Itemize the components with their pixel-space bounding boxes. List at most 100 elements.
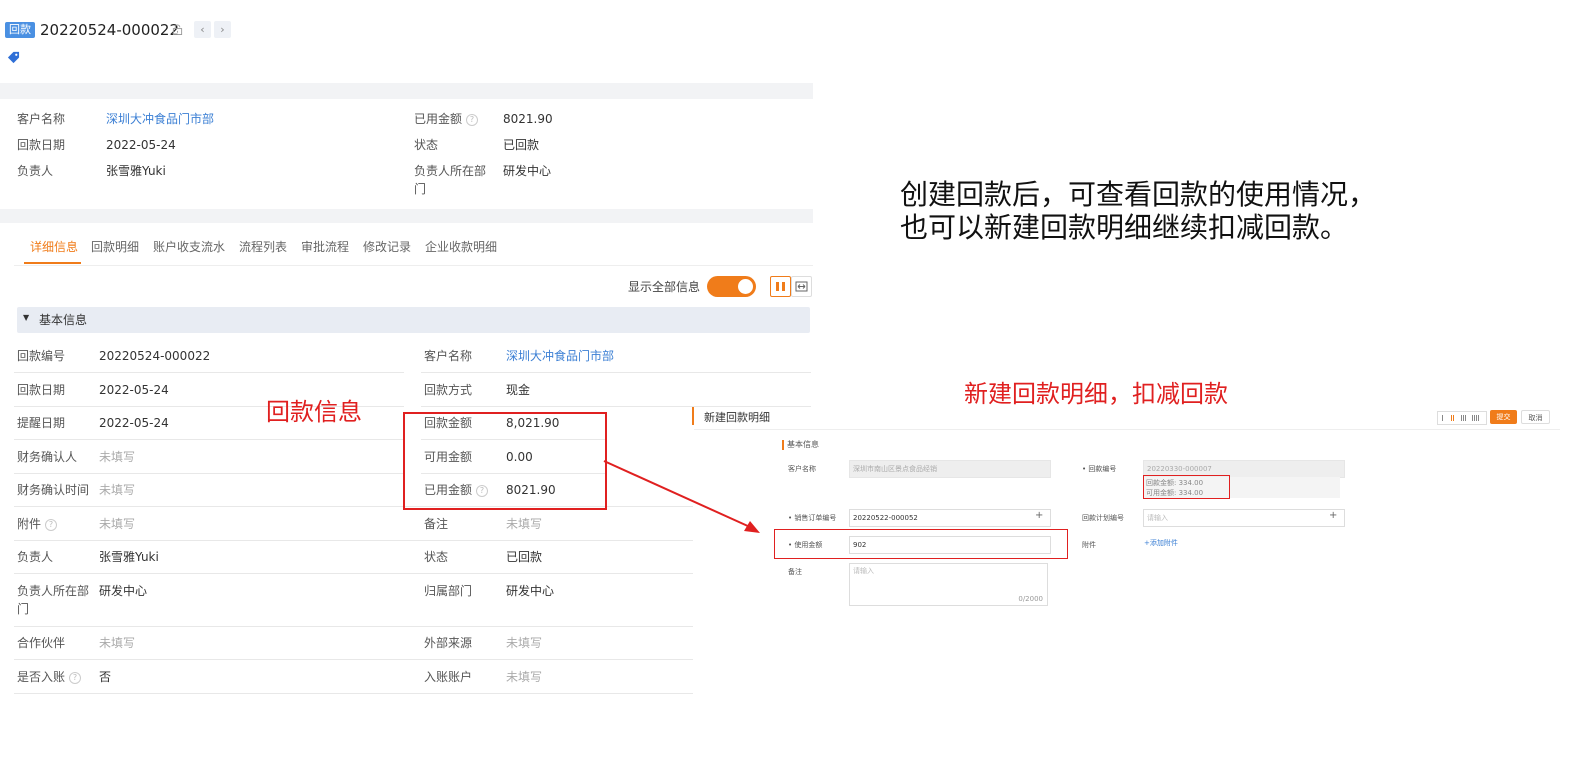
field-label: 合作伙伴 bbox=[17, 636, 66, 650]
record-number-title: 20220524-000022 bbox=[40, 21, 180, 39]
row-divider bbox=[421, 406, 811, 407]
remark-textarea[interactable]: 请输入 0/2000 bbox=[849, 563, 1048, 606]
summary-label: 负责人所在部 bbox=[414, 164, 487, 178]
add-plan-button[interactable]: + bbox=[1329, 511, 1337, 521]
summary-customer-link[interactable]: 深圳大冲食品门市部 bbox=[106, 110, 214, 128]
tab-payment-detail[interactable]: 回款明细 bbox=[91, 236, 139, 258]
help-icon[interactable]: ? bbox=[45, 518, 58, 531]
field-value: 未填写 bbox=[99, 636, 136, 650]
summary-label: 负责人 bbox=[17, 164, 54, 178]
summary-label: 回款日期 bbox=[17, 138, 66, 152]
field-label: 门 bbox=[17, 602, 30, 616]
field-label: 财务确认时间 bbox=[17, 483, 90, 497]
divider bbox=[14, 265, 813, 266]
customer-link[interactable]: 深圳大冲食品门市部 bbox=[506, 347, 614, 365]
row-divider bbox=[14, 439, 404, 440]
field-value: 2022-05-24 bbox=[99, 383, 169, 397]
summary-value: 8021.90 bbox=[503, 112, 553, 126]
separator-band bbox=[0, 209, 813, 223]
column-view-button[interactable] bbox=[770, 276, 791, 297]
next-record-button[interactable]: › bbox=[214, 21, 231, 38]
record-type-badge: 回款 bbox=[5, 22, 35, 38]
columns-icon bbox=[776, 282, 785, 291]
field-value: 现金 bbox=[506, 383, 531, 397]
field-value: 未填写 bbox=[506, 636, 543, 650]
field-value: 否 bbox=[99, 670, 112, 684]
view-mode-switch[interactable] bbox=[1437, 411, 1487, 425]
tab-account-flow[interactable]: 账户收支流水 bbox=[153, 236, 225, 258]
field-label: 提醒日期 bbox=[17, 416, 66, 430]
amount-highlight-box bbox=[403, 412, 607, 510]
field-label: 负责人 bbox=[17, 550, 54, 564]
field-label: • 使用金额 bbox=[788, 541, 823, 549]
usage-note: 创建回款后，可查看回款的使用情况，也可以新建回款明细继续扣减回款。 bbox=[900, 178, 1377, 244]
field-label: 负责人所在部 bbox=[17, 584, 90, 598]
toggle-knob bbox=[738, 279, 753, 294]
field-label: 归属部门 bbox=[424, 584, 473, 598]
lock-icon[interactable] bbox=[172, 24, 183, 35]
customer-input[interactable]: 深圳市南山区景点食品经销 bbox=[849, 460, 1051, 478]
summary-value: 研发中心 bbox=[503, 164, 552, 178]
field-value: 张雪雅Yuki bbox=[99, 550, 159, 564]
row-divider bbox=[14, 372, 404, 373]
add-order-button[interactable]: + bbox=[1035, 511, 1043, 521]
submit-button[interactable]: 提交 bbox=[1490, 410, 1517, 424]
field-label: 入账账户 bbox=[424, 670, 473, 684]
tab-process-list[interactable]: 流程列表 bbox=[239, 236, 287, 258]
separator-band bbox=[0, 83, 813, 99]
payment-info-annotation: 回款信息 bbox=[266, 398, 362, 426]
help-icon[interactable]: ? bbox=[466, 113, 479, 126]
cancel-button[interactable]: 取消 bbox=[1521, 410, 1550, 424]
help-icon[interactable]: ? bbox=[69, 671, 82, 684]
tab-approval-flow[interactable]: 审批流程 bbox=[301, 236, 349, 258]
sales-order-input[interactable]: 20220522-000052 bbox=[849, 509, 1051, 527]
mini-section-title: 基本信息 bbox=[787, 440, 819, 449]
field-label: 客户名称 bbox=[424, 349, 473, 363]
summary-label: 客户名称 bbox=[17, 112, 66, 126]
field-label: 是否入账? bbox=[17, 668, 82, 686]
field-value: 2022-05-24 bbox=[99, 416, 169, 430]
section-marker bbox=[782, 440, 784, 450]
show-all-toggle[interactable] bbox=[707, 276, 756, 297]
field-label: 回款计划编号 bbox=[1082, 514, 1124, 522]
previous-record-button[interactable]: ‹ bbox=[194, 21, 211, 38]
mini-form-title: 新建回款明细 bbox=[704, 411, 770, 424]
row-divider bbox=[421, 372, 811, 373]
view-mode-icon bbox=[1442, 415, 1479, 421]
field-label: 备注 bbox=[424, 517, 449, 531]
field-label: • 销售订单编号 bbox=[788, 514, 837, 522]
row-divider bbox=[14, 693, 693, 694]
row-divider bbox=[14, 473, 404, 474]
plan-number-input[interactable]: 请输入 bbox=[1143, 509, 1345, 527]
remark-placeholder: 请输入 bbox=[853, 567, 874, 575]
section-title: 基本信息 bbox=[39, 313, 88, 327]
summary-value: 张雪雅Yuki bbox=[106, 164, 166, 178]
field-label: 外部来源 bbox=[424, 636, 473, 650]
expand-view-button[interactable] bbox=[791, 276, 812, 297]
field-value: 研发中心 bbox=[506, 584, 555, 598]
field-value: 未填写 bbox=[99, 450, 136, 464]
add-attachment-link[interactable]: +添加附件 bbox=[1144, 538, 1178, 548]
summary-value: 已回款 bbox=[503, 138, 540, 152]
row-divider bbox=[14, 573, 693, 574]
field-label: • 回款编号 bbox=[1082, 465, 1117, 473]
tag-icon[interactable] bbox=[7, 51, 20, 64]
field-value: 研发中心 bbox=[99, 584, 148, 598]
active-tab-indicator bbox=[24, 262, 81, 264]
form-title-marker bbox=[692, 407, 694, 425]
field-label: 状态 bbox=[424, 550, 449, 564]
remark-char-count: 0/2000 bbox=[1018, 595, 1043, 603]
tab-enterprise-receipts[interactable]: 企业收款明细 bbox=[425, 236, 497, 258]
tab-details[interactable]: 详细信息 bbox=[30, 236, 78, 258]
field-value: 20220524-000022 bbox=[99, 349, 211, 363]
tab-change-log[interactable]: 修改记录 bbox=[363, 236, 411, 258]
field-label: 财务确认人 bbox=[17, 450, 78, 464]
used-amount-input[interactable]: 902 bbox=[849, 536, 1051, 554]
row-divider bbox=[14, 540, 693, 541]
summary-label: 状态 bbox=[414, 138, 439, 152]
field-value: 未填写 bbox=[99, 517, 136, 531]
basic-info-section[interactable]: ▼ 基本信息 bbox=[17, 307, 810, 333]
field-value: 未填写 bbox=[99, 483, 136, 497]
field-value: 未填写 bbox=[506, 670, 543, 684]
field-label: 附件? bbox=[17, 515, 58, 533]
